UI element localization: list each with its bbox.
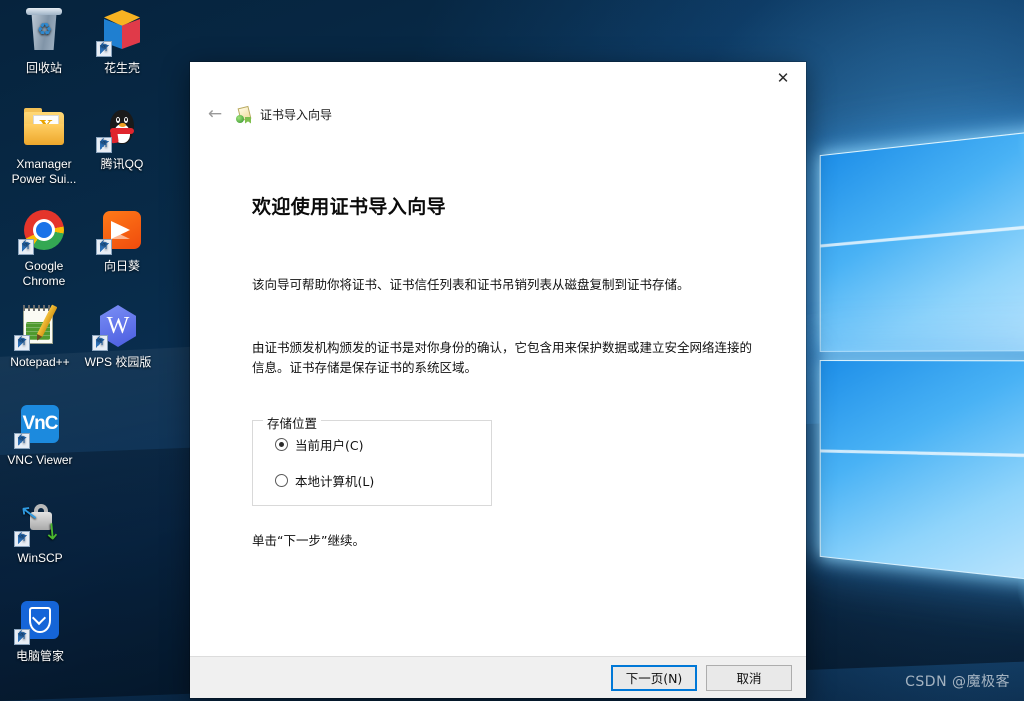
nav-title-group: 证书导入向导 [236, 105, 333, 124]
desktop-icon-grid: ♻ 回收站 花生壳 X Xmanager Power Sui... [0, 0, 190, 701]
logo-pane-bottom-right [819, 360, 1024, 583]
shortcut-badge-icon [14, 333, 30, 351]
desktop-icon-winscp[interactable]: ↖↘ WinSCP [2, 498, 78, 566]
continue-hint: 单击“下一步”继续。 [252, 533, 365, 548]
desktop-icon-label: VNC Viewer [7, 453, 73, 467]
shortcut-badge-icon [14, 627, 30, 645]
desktop-icon-label: 电脑管家 [15, 649, 64, 663]
desktop-icon-label: 腾讯QQ [100, 157, 144, 171]
xmanager-folder-icon: X [20, 104, 68, 152]
shortcut-badge-icon [96, 135, 112, 153]
sunlogin-icon [96, 206, 146, 255]
notepadpp-icon [14, 302, 64, 351]
radio-label: 当前用户(C) [295, 438, 364, 453]
recycle-bin-icon: ♻ [20, 8, 68, 56]
desktop-icon-label: WPS 校园版 [84, 355, 152, 369]
desktop-icon-label: Xmanager Power Sui... [11, 157, 77, 186]
chrome-icon [18, 206, 68, 255]
desktop-icon-recycle-bin[interactable]: ♻ 回收站 [6, 8, 82, 76]
desktop-icon-oray[interactable]: 花生壳 [84, 8, 160, 76]
wps-icon: W [92, 302, 142, 351]
close-icon[interactable]: ✕ [760, 62, 806, 94]
dialog-title-bar: ✕ [190, 62, 806, 98]
windows-logo-hero [739, 93, 1024, 640]
certificate-import-wizard-dialog: ✕ ← 证书导入向导 欢迎使用证书导入向导 该向导可帮助你将证书、证书信任列表和… [190, 62, 806, 698]
desktop-icon-xmanager[interactable]: X Xmanager Power Sui... [6, 104, 82, 187]
screen: ♻ 回收站 花生壳 X Xmanager Power Sui... [0, 0, 1024, 701]
winscp-icon: ↖ ↘ [14, 498, 68, 547]
shortcut-badge-icon [96, 39, 112, 57]
desktop-icon-qq[interactable]: 腾讯QQ [84, 104, 160, 172]
desktop-icon-notepadpp[interactable]: Notepad++ [2, 302, 78, 370]
desktop-icon-label: 向日葵 [103, 259, 140, 273]
watermark: CSDN @魔极客 [905, 674, 1010, 690]
certificate-icon [236, 105, 253, 124]
desktop-icon-vnc-viewer[interactable]: VnC VNC Viewer [2, 400, 78, 468]
logo-pane-top-right [819, 129, 1024, 352]
desktop-icon-pc-manager[interactable]: 电脑管家 [2, 596, 78, 664]
desktop-icon-label: Google Chrome [22, 259, 66, 288]
qq-penguin-icon [96, 104, 146, 153]
shortcut-badge-icon [14, 431, 30, 449]
dialog-nav-title: 证书导入向导 [260, 107, 333, 122]
intro-paragraph-1: 该向导可帮助你将证书、证书信任列表和证书吊销列表从磁盘复制到证书存储。 [252, 277, 690, 292]
desktop-icon-wps[interactable]: W WPS 校园版 [80, 302, 156, 370]
desktop-icon-label: 回收站 [25, 61, 62, 75]
dialog-nav-bar: ← 证书导入向导 [190, 98, 806, 130]
radio-local-machine[interactable]: 本地计算机(L) [275, 471, 491, 490]
radio-button-icon [275, 438, 288, 451]
page-title: 欢迎使用证书导入向导 [252, 196, 447, 218]
dialog-footer: 下一页(N) 取消 [190, 656, 806, 698]
shortcut-badge-icon [14, 529, 30, 547]
cancel-button[interactable]: 取消 [706, 664, 792, 691]
desktop-icon-label: Notepad++ [10, 355, 70, 369]
radio-label: 本地计算机(L) [295, 474, 375, 489]
store-location-groupbox: 存储位置 当前用户(C) 本地计算机(L) [252, 413, 492, 506]
vnc-viewer-icon: VnC [14, 400, 64, 449]
back-arrow-icon[interactable]: ← [204, 103, 226, 125]
shortcut-badge-icon [96, 237, 112, 255]
dialog-content: 欢迎使用证书导入向导 该向导可帮助你将证书、证书信任列表和证书吊销列表从磁盘复制… [190, 130, 806, 656]
desktop-icon-label: WinSCP [17, 551, 63, 565]
pc-manager-icon [14, 596, 64, 645]
radio-button-icon [275, 474, 288, 487]
shortcut-badge-icon [92, 333, 108, 351]
shortcut-badge-icon [18, 237, 34, 255]
oray-cube-icon [96, 8, 146, 57]
next-button[interactable]: 下一页(N) [611, 664, 697, 691]
desktop-icon-sunlogin[interactable]: 向日葵 [84, 206, 160, 274]
store-location-legend: 存储位置 [263, 413, 322, 432]
desktop-icon-label: 花生壳 [103, 61, 140, 75]
radio-current-user[interactable]: 当前用户(C) [275, 435, 491, 454]
intro-paragraph-2: 由证书颁发机构颁发的证书是对你身份的确认，它包含用来保护数据或建立安全网络连接的… [252, 340, 753, 375]
desktop-icon-chrome[interactable]: Google Chrome [6, 206, 82, 289]
